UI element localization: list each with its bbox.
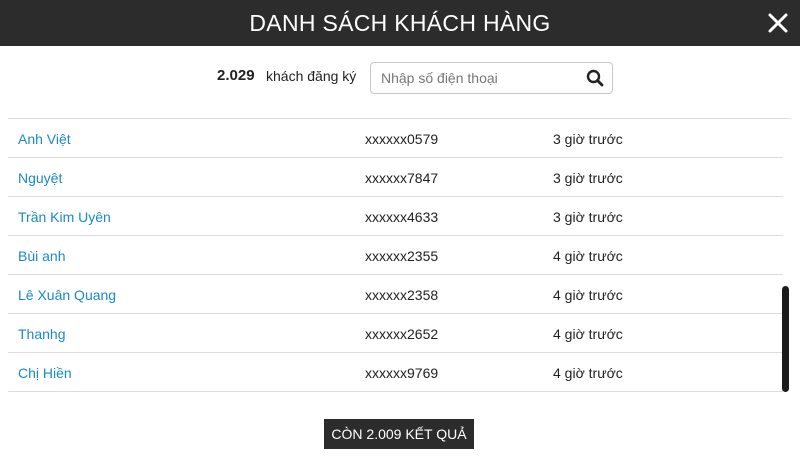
customer-phone: xxxxxx0579 bbox=[365, 131, 439, 147]
modal-title: DANH SÁCH KHÁCH HÀNG bbox=[249, 9, 551, 36]
registration-time: 3 giờ trước bbox=[553, 131, 623, 147]
customer-phone: xxxxxx2652 bbox=[365, 326, 439, 342]
customer-phone: xxxxxx9769 bbox=[365, 365, 439, 381]
close-icon[interactable] bbox=[764, 9, 792, 37]
load-more-button[interactable]: CÒN 2.009 KẾT QUẢ bbox=[324, 419, 474, 449]
table-row: Bùi anh xxxxxx2355 4 giờ trước bbox=[8, 236, 783, 275]
list-scrollbar[interactable] bbox=[782, 286, 789, 392]
customer-phone: xxxxxx7847 bbox=[365, 170, 439, 186]
customer-phone: xxxxxx4633 bbox=[365, 209, 439, 225]
table-row: Thanhg xxxxxx2652 4 giờ trước bbox=[8, 314, 783, 353]
table-row: Lê Xuân Quang xxxxxx2358 4 giờ trước bbox=[8, 275, 783, 314]
customer-name-link[interactable]: Trần Kim Uyên bbox=[18, 209, 111, 225]
modal-header: DANH SÁCH KHÁCH HÀNG bbox=[0, 0, 800, 46]
registration-time: 4 giờ trước bbox=[553, 326, 623, 342]
search-icon[interactable] bbox=[586, 69, 604, 87]
search-box bbox=[370, 62, 613, 94]
table-row: Chị Hiền xxxxxx9769 4 giờ trước bbox=[8, 353, 783, 392]
customer-phone: xxxxxx2358 bbox=[365, 287, 439, 303]
toolbar: 2.029 khách đăng ký bbox=[0, 60, 800, 94]
customer-name-link[interactable]: Nguyệt bbox=[18, 170, 62, 186]
customer-name-link[interactable]: Thanhg bbox=[18, 326, 65, 342]
customer-list-modal: DANH SÁCH KHÁCH HÀNG 2.029 khách đăng ký… bbox=[0, 0, 800, 460]
customer-list: Anh Việt xxxxxx0579 3 giờ trước Nguyệt x… bbox=[8, 118, 791, 394]
registration-time: 4 giờ trước bbox=[553, 248, 623, 264]
registration-time: 3 giờ trước bbox=[553, 170, 623, 186]
customer-phone: xxxxxx2355 bbox=[365, 248, 439, 264]
registration-time: 4 giờ trước bbox=[553, 365, 623, 381]
phone-search-input[interactable] bbox=[371, 63, 576, 93]
registration-time: 3 giờ trước bbox=[553, 209, 623, 225]
registration-time: 4 giờ trước bbox=[553, 287, 623, 303]
customer-name-link[interactable]: Lê Xuân Quang bbox=[18, 287, 116, 303]
table-row: Nguyệt xxxxxx7847 3 giờ trước bbox=[8, 158, 783, 197]
customer-count-label: khách đăng ký bbox=[266, 68, 357, 84]
table-row: Trần Kim Uyên xxxxxx4633 3 giờ trước bbox=[8, 197, 783, 236]
customer-name-link[interactable]: Bùi anh bbox=[18, 248, 65, 264]
customer-name-link[interactable]: Chị Hiền bbox=[18, 365, 72, 381]
customer-count: 2.029 bbox=[217, 67, 255, 84]
table-row: Anh Việt xxxxxx0579 3 giờ trước bbox=[8, 119, 783, 158]
customer-name-link[interactable]: Anh Việt bbox=[18, 131, 71, 147]
